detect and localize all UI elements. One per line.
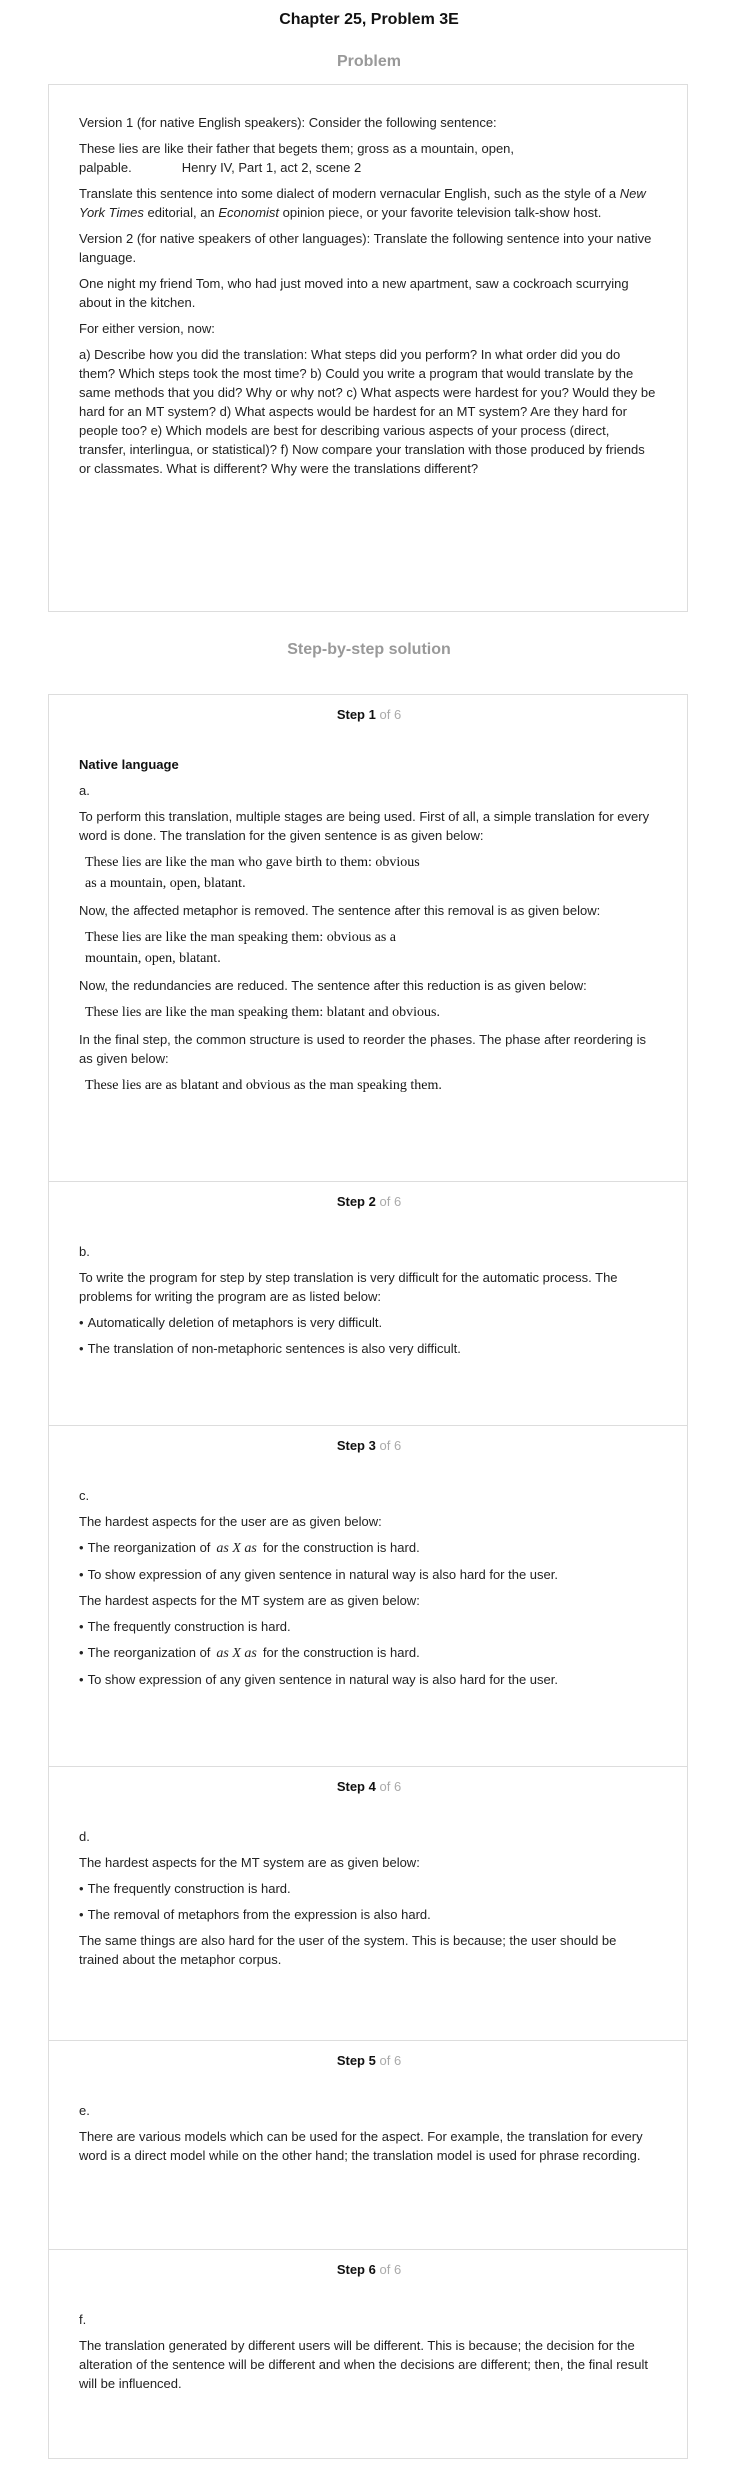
bullet-item: • The reorganization of as X as for the con… (79, 1645, 420, 1661)
economist-title: Economist (218, 205, 280, 220)
step-1-content: Native language a. To perform this trans… (79, 755, 659, 1103)
translation-redundancy-reduced: These lies are like the man speaking the… (85, 1005, 440, 1020)
tom-sentence: One night my friend Tom, who had just mo… (79, 276, 629, 310)
step-letter: f. (79, 2312, 87, 2327)
step-5-box: Step 5 of 6 e. There are various models … (48, 2040, 688, 2250)
step-2-label: Step 2 of 6 (336, 1194, 402, 1209)
native-language-heading: Native language (79, 757, 179, 772)
quote-text: These lies are like their father that be… (79, 139, 659, 177)
problem-box: Version 1 (for native English speakers):… (48, 84, 688, 612)
bullet-item: • To show expression of any given sentenc… (79, 1567, 558, 1582)
step-5-paragraph-1: There are various models which can be us… (79, 2129, 643, 2163)
version2-text: Version 2 (for native speakers of other … (79, 231, 652, 265)
step-1-paragraph-3: Now, the redundancies are reduced. The s… (79, 978, 587, 993)
step-4-paragraph-2: The same things are also hard for the us… (79, 1933, 617, 1967)
step-1-label: Step 1 of 6 (336, 707, 402, 722)
step-1-paragraph-2: Now, the affected metaphor is removed. T… (79, 903, 601, 918)
step-6-content: f. The translation generated by differen… (79, 2310, 659, 2400)
step-2-content: b. To write the program for step by step… (79, 1242, 659, 1365)
bullet-item: • The reorganization of as X as for the con… (79, 1540, 420, 1556)
step-2-paragraph-1: To write the program for step by step tr… (79, 1270, 618, 1304)
step-letter: c. (79, 1488, 90, 1503)
step-4-box: Step 4 of 6 d. The hardest aspects for t… (48, 1766, 688, 2041)
bullet-item: • The translation of non-metaphoric sente… (79, 1341, 461, 1356)
bullet-item: • Automatically deletion of metaphors is … (79, 1315, 383, 1330)
translation-metaphor-removed: These lies are like the man speaking the… (85, 930, 397, 966)
translation-final: These lies are as blatant and obvious as… (85, 1078, 442, 1093)
bullet-item: • The frequently construction is hard. (79, 1619, 291, 1634)
step-3-paragraph-2: The hardest aspects for the MT system ar… (79, 1593, 420, 1608)
step-3-box: Step 3 of 6 c. The hardest aspects for t… (48, 1425, 688, 1767)
page-title: Chapter 25, Problem 3E (279, 11, 459, 28)
step-3-paragraph-1: The hardest aspects for the user are as … (79, 1514, 382, 1529)
step-letter: a. (79, 783, 90, 798)
problem-content: Version 1 (for native English speakers):… (79, 113, 659, 485)
version1-text: Version 1 (for native English speakers):… (79, 115, 497, 130)
step-6-paragraph-1: The translation generated by different u… (79, 2338, 648, 2391)
bullet-item: • The frequently construction is hard. (79, 1881, 291, 1896)
step-1-paragraph-4: In the final step, the common structure … (79, 1032, 647, 1066)
translation-word-for-word: These lies are like the man who gave bir… (85, 855, 420, 891)
quote-source: Henry IV, Part 1, act 2, scene 2 (181, 160, 362, 175)
step-4-content: d. The hardest aspects for the MT system… (79, 1827, 659, 1976)
quote-line-2: palpable. (79, 160, 132, 175)
math-as-x-as: as X as (216, 1646, 257, 1661)
either-version-text: For either version, now: (79, 321, 215, 336)
math-as-x-as: as X as (216, 1541, 257, 1556)
questions-text: a) Describe how you did the translation:… (79, 347, 656, 476)
step-1-box: Step 1 of 6 Native language a. To perfor… (48, 694, 688, 1182)
step-4-paragraph-1: The hardest aspects for the MT system ar… (79, 1855, 420, 1870)
problem-heading: Problem (336, 53, 401, 70)
translate-text: Translate this sentence into some dialec… (79, 186, 646, 220)
step-letter: b. (79, 1244, 90, 1259)
step-6-label: Step 6 of 6 (336, 2262, 402, 2277)
step-letter: e. (79, 2103, 90, 2118)
bullet-item: • The removal of metaphors from the expre… (79, 1907, 431, 1922)
step-6-box: Step 6 of 6 f. The translation generated… (48, 2249, 688, 2459)
quote-line-1: These lies are like their father that be… (79, 141, 515, 156)
step-5-content: e. There are various models which can be… (79, 2101, 659, 2172)
step-5-label: Step 5 of 6 (336, 2053, 402, 2068)
step-3-content: c. The hardest aspects for the user are … (79, 1486, 659, 1696)
step-1-paragraph-1: To perform this translation, multiple st… (79, 809, 650, 843)
step-letter: d. (79, 1829, 90, 1844)
step-2-box: Step 2 of 6 b. To write the program for … (48, 1181, 688, 1426)
step-3-label: Step 3 of 6 (336, 1438, 402, 1453)
solution-heading: Step-by-step solution (287, 641, 451, 658)
bullet-item: • To show expression of any given sentenc… (79, 1672, 558, 1687)
step-4-label: Step 4 of 6 (336, 1779, 402, 1794)
